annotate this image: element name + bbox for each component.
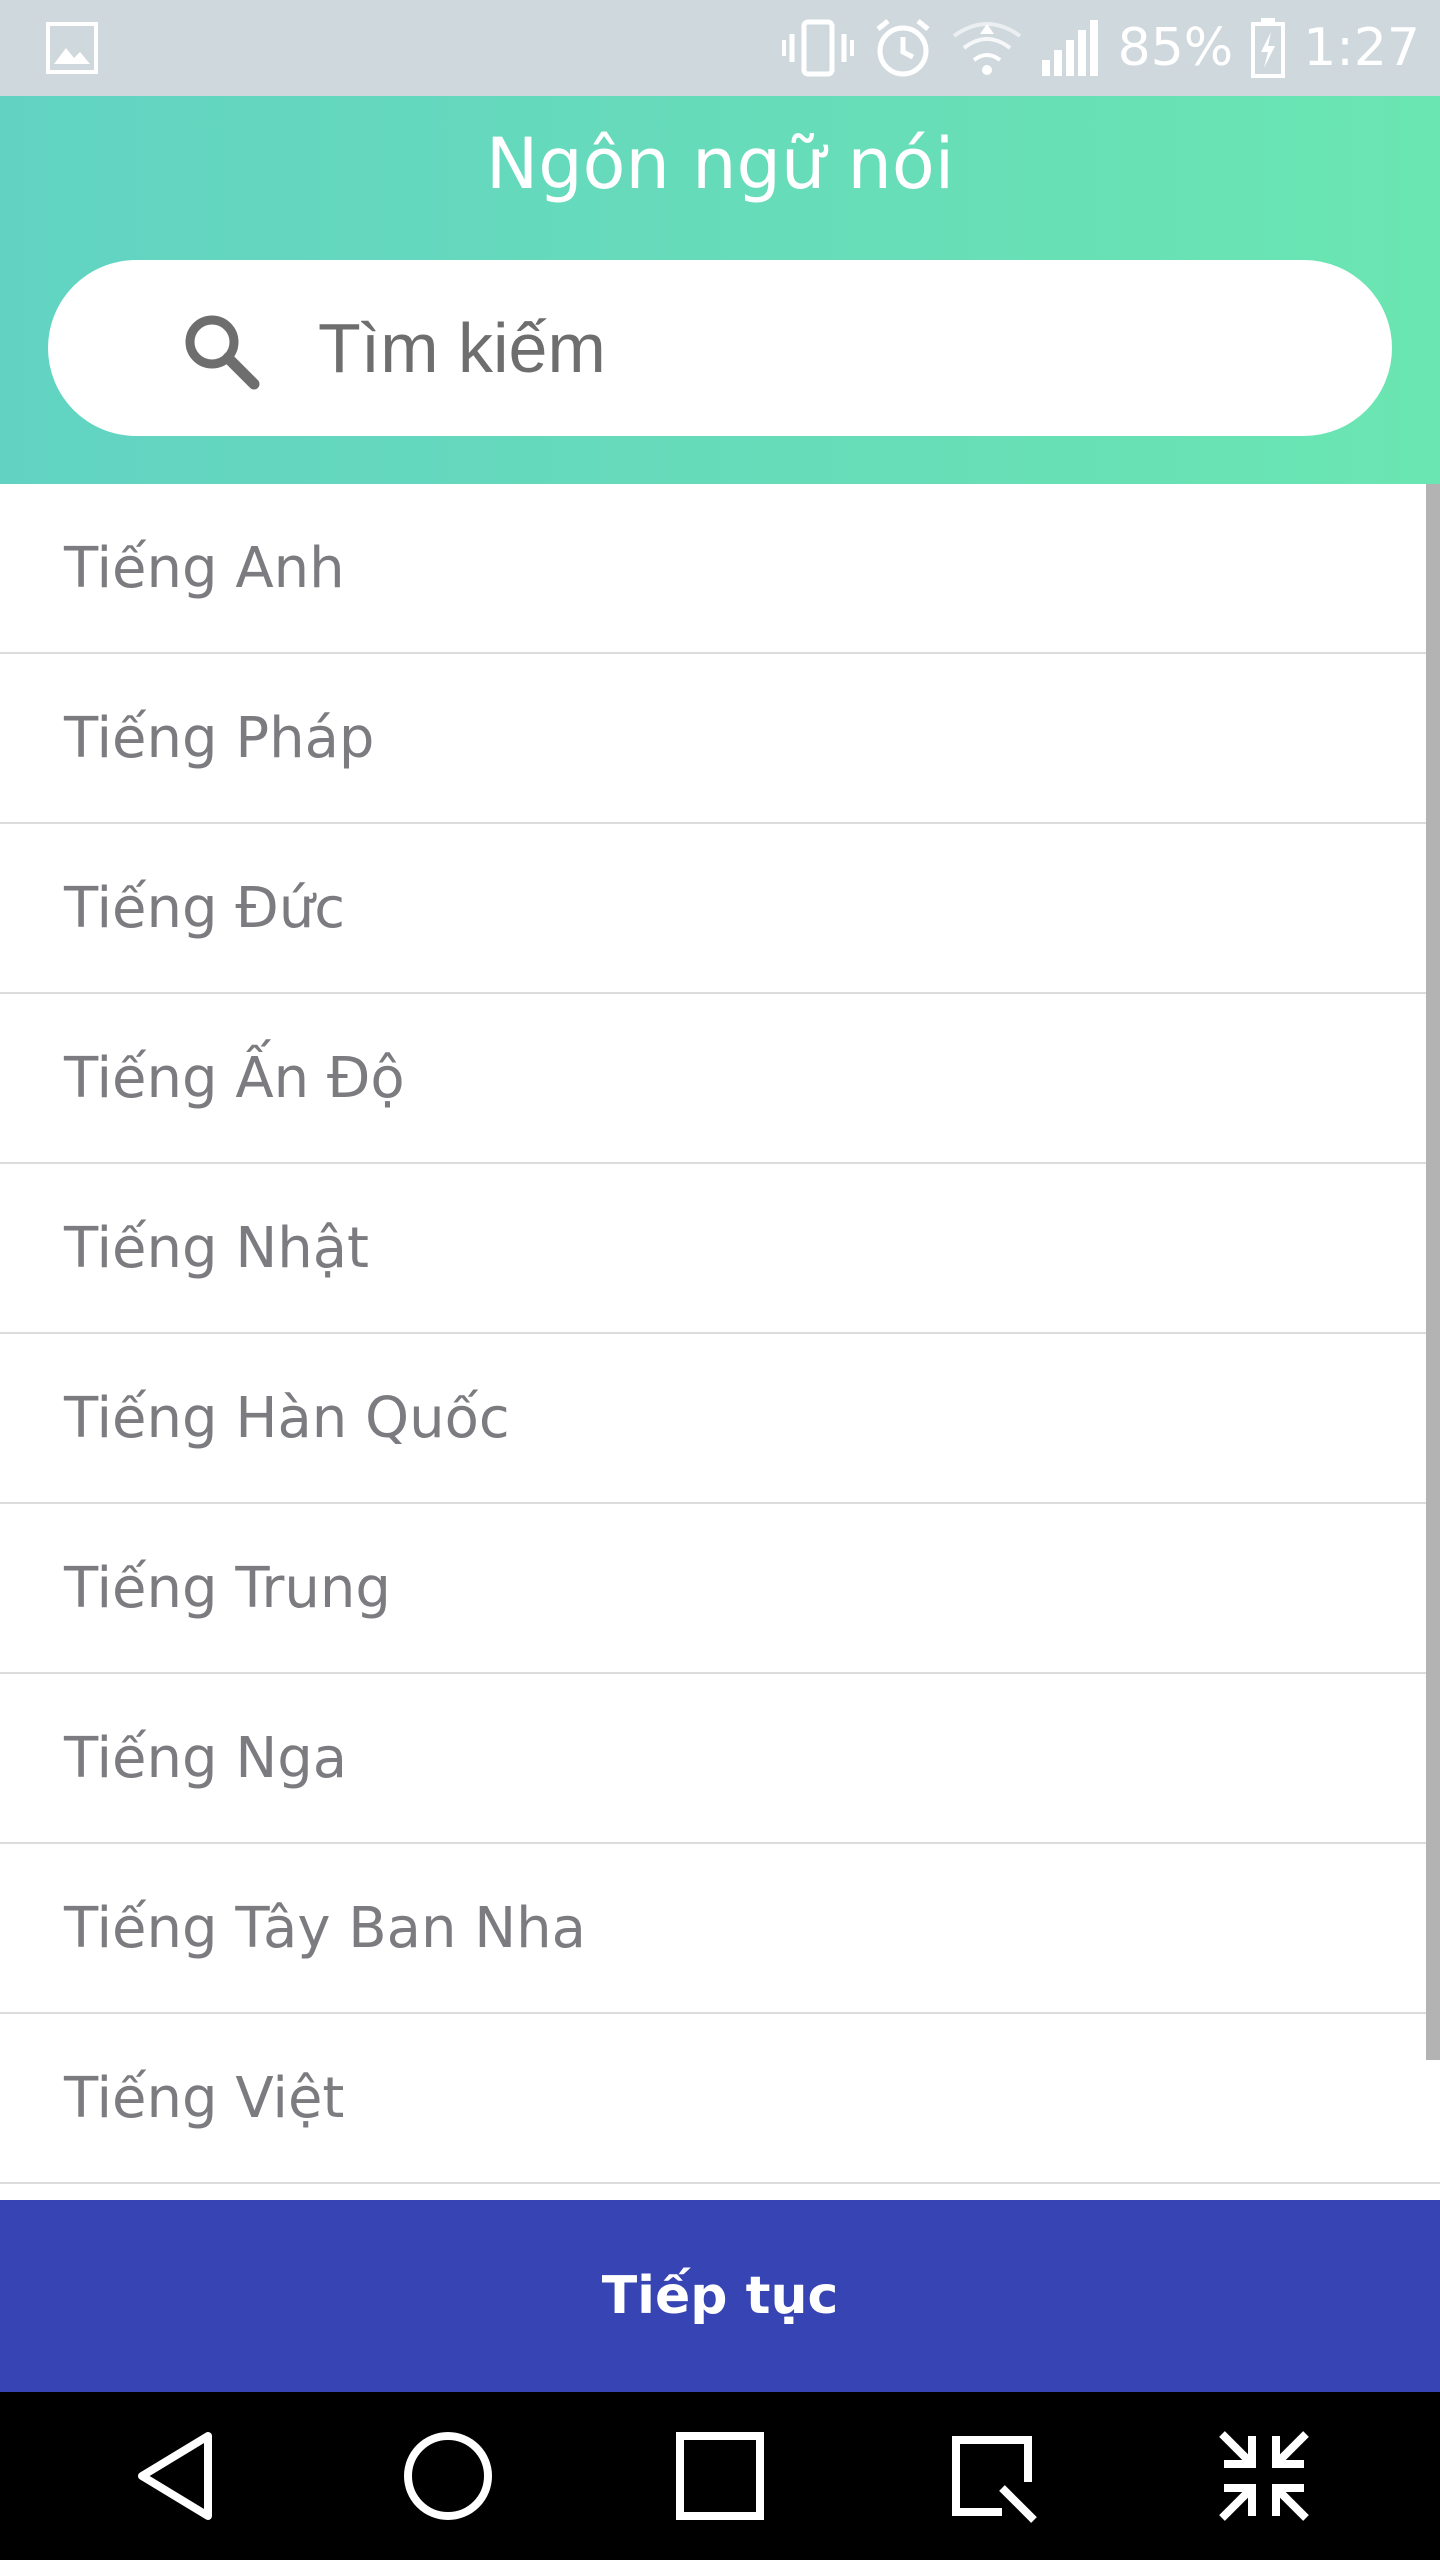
back-icon[interactable] — [128, 2426, 228, 2526]
navigation-bar — [0, 2392, 1440, 2560]
vibrate-icon — [781, 19, 854, 77]
list-item-label: Tiếng Tây Ban Nha — [64, 1895, 586, 1961]
status-icons: 85% 1:27 — [781, 0, 1420, 96]
screen: 85% 1:27 Ngôn ngữ nói Tiếng Anh Tiếng Ph… — [0, 0, 1440, 2560]
list-item-label: Tiếng Ấn Độ — [64, 1045, 405, 1111]
status-bar: 85% 1:27 — [0, 0, 1440, 96]
list-item-label: Tiếng Đức — [64, 875, 346, 941]
gallery-icon — [46, 22, 98, 74]
search-icon — [185, 315, 260, 390]
header: Ngôn ngữ nói — [0, 96, 1440, 484]
list-item[interactable]: Tiếng Pháp — [0, 654, 1440, 824]
list-item[interactable]: Tiếng Nhật — [0, 1164, 1440, 1334]
list-item[interactable]: Tiếng Trung — [0, 1504, 1440, 1674]
list-item[interactable]: Tiếng Tây Ban Nha — [0, 1844, 1440, 2014]
wifi-icon — [952, 22, 1021, 75]
list-item-label: Tiếng Việt — [64, 2065, 345, 2131]
search-input[interactable] — [318, 298, 1318, 398]
list-item[interactable]: Tiếng Việt — [0, 2014, 1440, 2184]
list-item[interactable]: Tiếng Hàn Quốc — [0, 1334, 1440, 1504]
alarm-icon — [876, 19, 930, 77]
recents-icon[interactable] — [670, 2426, 770, 2526]
minimize-icon[interactable] — [1214, 2426, 1314, 2526]
list-item-label: Tiếng Hàn Quốc — [64, 1385, 510, 1451]
list-item-label: Tiếng Pháp — [64, 705, 375, 771]
scrollbar[interactable] — [1426, 484, 1440, 2060]
list-item[interactable]: Tiếng Nga — [0, 1674, 1440, 1844]
continue-button[interactable]: Tiếp tục — [0, 2200, 1440, 2392]
list-item[interactable]: Tiếng Ấn Độ — [0, 994, 1440, 1164]
list-item-label: Tiếng Anh — [64, 535, 345, 601]
list-item[interactable]: Tiếng Anh — [0, 484, 1440, 654]
list-item-label: Tiếng Trung — [64, 1555, 391, 1621]
battery-percent: 85% — [1117, 18, 1234, 78]
home-icon[interactable] — [398, 2426, 498, 2526]
list-item-label: Tiếng Nga — [64, 1725, 348, 1791]
signal-icon — [1041, 20, 1098, 76]
language-list: Tiếng Anh Tiếng Pháp Tiếng Đức Tiếng Ấn … — [0, 484, 1440, 2200]
list-item[interactable]: Tiếng Đức — [0, 824, 1440, 994]
capture-icon[interactable] — [942, 2426, 1042, 2526]
list-item-label: Tiếng Nhật — [64, 1215, 369, 1281]
battery-charging-icon — [1251, 18, 1286, 78]
search-bar[interactable] — [48, 260, 1392, 436]
page-title: Ngôn ngữ nói — [485, 123, 955, 205]
clock: 1:27 — [1303, 18, 1420, 78]
